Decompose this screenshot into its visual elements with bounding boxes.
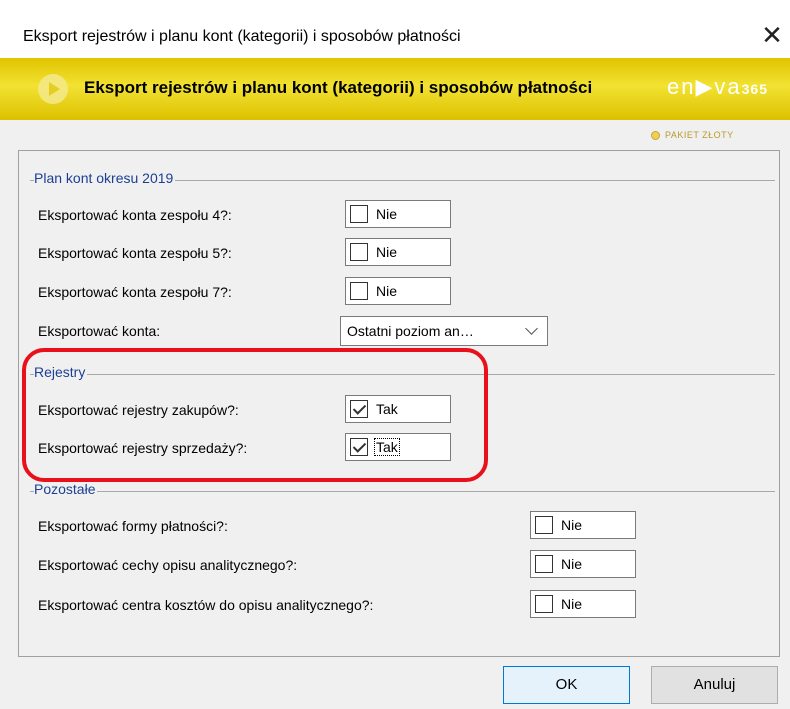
- package-badge: PAKIET ZŁOTY: [651, 130, 734, 141]
- checkbox-box[interactable]: [350, 205, 368, 223]
- coin-icon: [651, 131, 660, 141]
- label-zespol-4: Eksportować konta zespołu 4?:: [38, 207, 232, 223]
- close-icon[interactable]: ✕: [757, 20, 787, 50]
- checkbox-value: Nie: [376, 244, 398, 260]
- separator: [30, 491, 775, 492]
- checkbox-box[interactable]: [350, 243, 368, 261]
- window-title: Eksport rejestrów i planu kont (kategori…: [23, 28, 461, 45]
- label-cechy-opisu: Eksportować cechy opisu analitycznego?:: [38, 557, 298, 573]
- header-banner: Eksport rejestrów i planu kont (kategori…: [0, 58, 790, 120]
- label-formy-platnosci: Eksportować formy płatności?:: [38, 518, 228, 534]
- section-title-pozostale: Pozostałe: [34, 481, 98, 497]
- highlight-annotation: [22, 348, 488, 482]
- checkbox-box[interactable]: [535, 516, 553, 534]
- label-centra-kosztow: Eksportować centra kosztów do opisu anal…: [38, 597, 374, 613]
- label-zespol-7: Eksportować konta zespołu 7?:: [38, 284, 232, 300]
- checkbox-zespol-7[interactable]: Nie: [345, 277, 451, 305]
- label-zespol-5: Eksportować konta zespołu 5?:: [38, 245, 232, 261]
- checkbox-value: Nie: [561, 596, 583, 612]
- chevron-down-icon[interactable]: [525, 322, 538, 335]
- checkbox-cechy-opisu[interactable]: Nie: [530, 550, 636, 578]
- checkbox-value: Nie: [561, 517, 583, 533]
- title-bar: Eksport rejestrów i planu kont (kategori…: [0, 0, 790, 58]
- cancel-button[interactable]: Anuluj: [651, 666, 778, 704]
- checkbox-box[interactable]: [535, 555, 553, 573]
- checkbox-box[interactable]: [535, 595, 553, 613]
- checkbox-formy-platnosci[interactable]: Nie: [530, 511, 636, 539]
- checkbox-value: Nie: [376, 283, 398, 299]
- select-value: Ostatni poziom an…: [347, 323, 474, 339]
- checkbox-centra-kosztow[interactable]: Nie: [530, 590, 636, 618]
- label-konta: Eksportować konta:: [38, 323, 161, 339]
- checkbox-zespol-5[interactable]: Nie: [345, 238, 451, 266]
- banner-title: Eksport rejestrów i planu kont (kategori…: [84, 78, 593, 97]
- ok-button[interactable]: OK: [503, 666, 630, 704]
- section-title-plan: Plan kont okresu 2019: [34, 170, 176, 186]
- checkbox-zespol-4[interactable]: Nie: [345, 200, 451, 228]
- play-icon: [38, 74, 68, 104]
- konta-select[interactable]: Ostatni poziom an…: [340, 316, 548, 346]
- checkbox-value: Nie: [561, 556, 583, 572]
- checkbox-value: Nie: [376, 206, 398, 222]
- enova-logo: en▶va365: [667, 74, 768, 99]
- checkbox-box[interactable]: [350, 282, 368, 300]
